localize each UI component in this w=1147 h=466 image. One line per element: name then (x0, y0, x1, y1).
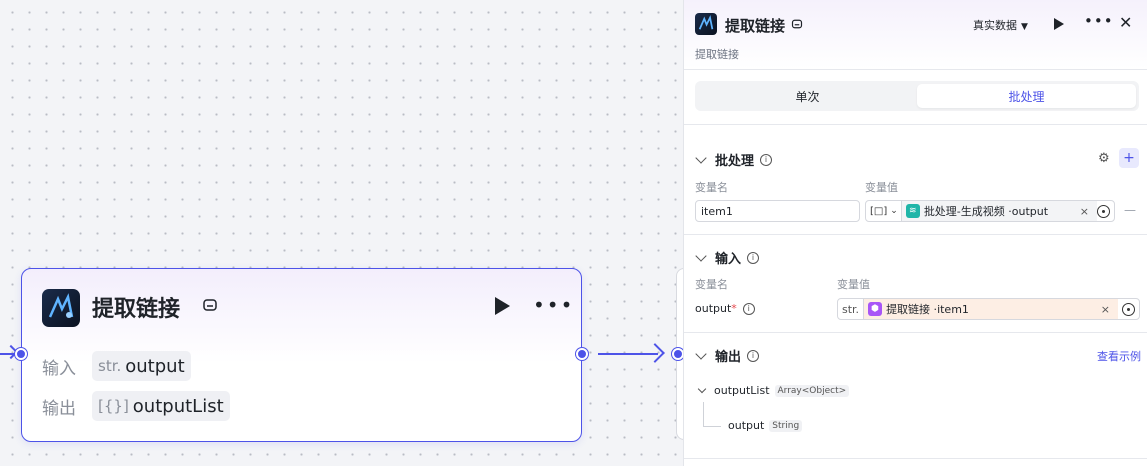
node-output-type: [{}] (98, 397, 129, 415)
node-input-name: output (125, 355, 185, 377)
batch-ref-var: output (1011, 204, 1049, 218)
node-output-port[interactable] (576, 348, 588, 360)
outgoing-edge-arrow (645, 343, 665, 363)
batch-variable-name-value: item1 (701, 204, 733, 218)
node-output-row: 输出 [{}] outputList (42, 391, 230, 421)
mode-tabs: 单次 批处理 (695, 81, 1139, 111)
batch-ref-chip: ≋ 批处理-生成视频 · output × (900, 201, 1097, 221)
divider (684, 124, 1147, 125)
info-icon[interactable]: i (742, 302, 755, 315)
workflow-node-extract-link[interactable]: 提取链接 ••• 输入 str. output 输出 [{}] outputLi… (15, 268, 588, 442)
batch-section-title: 批处理 (715, 154, 755, 169)
node-input-type: str. (98, 357, 122, 375)
node-logo-icon (42, 289, 80, 327)
panel-logo-icon (695, 13, 717, 35)
info-icon[interactable]: i (747, 251, 760, 264)
divider (684, 458, 1147, 459)
info-icon[interactable]: i (747, 349, 760, 362)
tab-batch[interactable]: 批处理 (917, 84, 1136, 108)
input-section-title: 输入 (715, 252, 742, 267)
input-col-name: 变量名 (695, 278, 728, 291)
view-example-link[interactable]: 查看示例 (1097, 348, 1141, 364)
workflow-canvas[interactable]: 提取链接 ••• 输入 str. output 输出 [{}] outputLi… (0, 0, 696, 466)
layers-icon: ≋ (905, 204, 920, 218)
close-icon[interactable]: ✕ (1119, 13, 1132, 32)
batch-variable-value-input[interactable]: [□] ⌄ ≋ 批处理-生成视频 · output × (865, 200, 1115, 222)
node-input-port[interactable] (15, 348, 27, 360)
node-config-panel: 提取链接 提取链接 真实数据 ▼ ••• ✕ 单次 批处理 批处理 i ⚙ + 变… (683, 0, 1147, 466)
node-ref-icon: ⬢ (868, 302, 883, 316)
clear-icon[interactable]: × (1080, 205, 1089, 218)
chevron-down-icon[interactable] (697, 384, 707, 394)
node-more-button[interactable]: ••• (533, 293, 574, 317)
input-section-header[interactable]: 输入 i (695, 248, 760, 267)
add-batch-variable-button[interactable]: + (1119, 148, 1139, 168)
input-variable-value-input[interactable]: str. ⬢ 提取链接 · item1 × (837, 298, 1140, 320)
node-input-label: 输入 (42, 358, 76, 379)
batch-col-value: 变量值 (865, 181, 898, 194)
output-item-type: Array<Object> (774, 384, 850, 397)
remove-row-button[interactable]: — (1124, 203, 1136, 217)
chevron-down-icon (695, 347, 707, 360)
panel-header: 提取链接 提取链接 真实数据 ▼ ••• ✕ (684, 0, 1147, 70)
input-type-label: str. (838, 299, 865, 319)
array-type-icon[interactable]: [□] (866, 206, 890, 217)
divider (684, 332, 1147, 333)
node-output-name: outputList (132, 395, 224, 417)
variable-picker-icon[interactable] (1122, 302, 1135, 316)
output-child-name: output (728, 419, 765, 432)
node-title: 提取链接 (92, 297, 181, 322)
batch-col-name: 变量名 (695, 181, 728, 194)
node-output-label: 输出 (42, 398, 76, 419)
clear-icon[interactable]: × (1101, 303, 1110, 316)
input-ref-node: 提取链接 · (886, 303, 938, 316)
output-tree-child[interactable]: output String (728, 419, 803, 432)
node-icon (203, 299, 217, 311)
required-mark: * (731, 302, 737, 315)
panel-title-icon (791, 19, 803, 29)
output-tree-item[interactable]: outputList Array<Object> (695, 384, 850, 397)
gear-icon[interactable]: ⚙ (1098, 151, 1110, 166)
batch-section-header[interactable]: 批处理 i (695, 150, 773, 169)
panel-run-button[interactable] (1054, 18, 1064, 30)
panel-more-button[interactable]: ••• (1084, 12, 1114, 30)
data-mode-select[interactable]: 真实数据 ▼ (973, 17, 1028, 33)
chevron-down-icon (695, 151, 707, 164)
data-mode-label: 真实数据 (973, 19, 1017, 32)
batch-variable-name-input[interactable]: item1 (695, 200, 860, 222)
output-section-title: 输出 (715, 350, 742, 365)
input-col-value: 变量值 (837, 278, 870, 291)
node-input-chip: str. output (92, 351, 191, 381)
info-icon[interactable]: i (760, 153, 773, 166)
node-output-chip: [{}] outputList (92, 391, 230, 421)
tree-connector (703, 402, 704, 427)
node-input-row: 输入 str. output (42, 351, 191, 381)
panel-subtitle: 提取链接 (695, 48, 739, 61)
tree-connector (703, 426, 721, 427)
input-variable-label: output * i (695, 302, 755, 315)
variable-picker-icon[interactable] (1097, 204, 1110, 218)
chevron-down-icon (695, 249, 707, 262)
input-variable-name: output (695, 302, 732, 315)
chevron-down-icon: ▼ (1021, 22, 1028, 32)
input-ref-chip: ⬢ 提取链接 · item1 × (864, 299, 1118, 319)
output-item-name: outputList (714, 384, 770, 397)
divider (684, 234, 1147, 235)
tab-single[interactable]: 单次 (698, 84, 917, 108)
panel-title: 提取链接 (725, 17, 786, 35)
input-ref-var: item1 (937, 302, 969, 316)
output-section-header[interactable]: 输出 i (695, 346, 760, 365)
node-run-button[interactable] (495, 297, 510, 315)
chevron-down-icon[interactable]: ⌄ (890, 206, 898, 216)
batch-ref-node: 批处理-生成视频 · (923, 205, 1012, 218)
output-child-type: String (769, 419, 803, 432)
